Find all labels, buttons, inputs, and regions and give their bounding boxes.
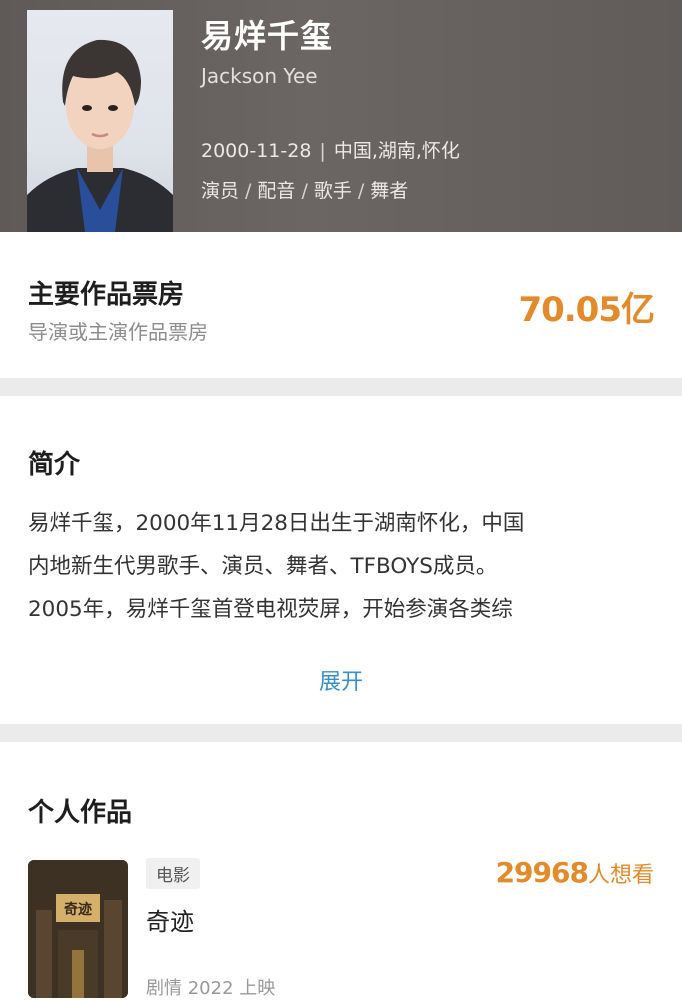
artist-name: 易烊千玺: [201, 17, 334, 55]
works-card: 个人作品 奇迹 电影 奇迹 剧情 2022 上映 29968人想看: [0, 742, 682, 1000]
want-count-unit: 人想看: [587, 863, 654, 888]
role-separator: /: [245, 180, 252, 202]
want-to-see-count: 29968人想看: [496, 856, 654, 889]
birth-info: 2000-11-28 | 中国,湖南,怀化: [201, 136, 460, 163]
want-count-number: 29968: [495, 856, 589, 889]
box-office-value: 70.05亿: [518, 290, 655, 330]
intro-text: 易烊千玺，2000年11月28日出生于湖南怀化，中国 内地新生代男歌手、演员、舞…: [28, 502, 658, 631]
avatar[interactable]: [27, 10, 173, 232]
works-title: 个人作品: [28, 798, 133, 828]
artist-english-name: Jackson Yee: [201, 64, 318, 88]
box-office-title: 主要作品票房: [28, 280, 185, 310]
role-item: 歌手: [313, 180, 352, 202]
box-office-card[interactable]: 主要作品票房 导演或主演作品票房 70.05亿: [0, 232, 682, 378]
box-office-subtitle: 导演或主演作品票房: [28, 320, 208, 344]
profile-header: 易烊千玺 Jackson Yee 2000-11-28 | 中国,湖南,怀化 演员 /…: [0, 0, 682, 232]
intro-line: 内地新生代男歌手、演员、舞者、TFBOYS成员。: [28, 554, 498, 579]
work-title[interactable]: 奇迹: [146, 902, 194, 937]
expand-button[interactable]: 展开: [0, 664, 682, 696]
poster-title: 奇迹: [64, 901, 92, 918]
role-separator: /: [301, 180, 308, 202]
birth-date: 2000-11-28: [201, 140, 312, 162]
intro-title: 简介: [28, 450, 81, 480]
intro-line: 2005年，易烊千玺首登电视荧屏，开始参演各类综: [28, 597, 513, 622]
role-item: 演员: [201, 180, 240, 202]
role-item: 配音: [257, 180, 296, 202]
birthplace: 中国,湖南,怀化: [333, 140, 460, 162]
work-type-tag: 电影: [146, 858, 200, 889]
intro-line: 易烊千玺，2000年11月28日出生于湖南怀化，中国: [28, 511, 525, 536]
role-separator: /: [357, 180, 365, 202]
separator: |: [319, 140, 326, 162]
intro-card: 简介 易烊千玺，2000年11月28日出生于湖南怀化，中国 内地新生代男歌手、演…: [0, 396, 682, 724]
movie-poster[interactable]: 奇迹: [28, 860, 128, 998]
role-item: 舞者: [370, 180, 409, 202]
roles-list: 演员 / 配音 / 歌手 / 舞者: [201, 176, 408, 203]
work-meta: 剧情 2022 上映: [146, 978, 276, 999]
